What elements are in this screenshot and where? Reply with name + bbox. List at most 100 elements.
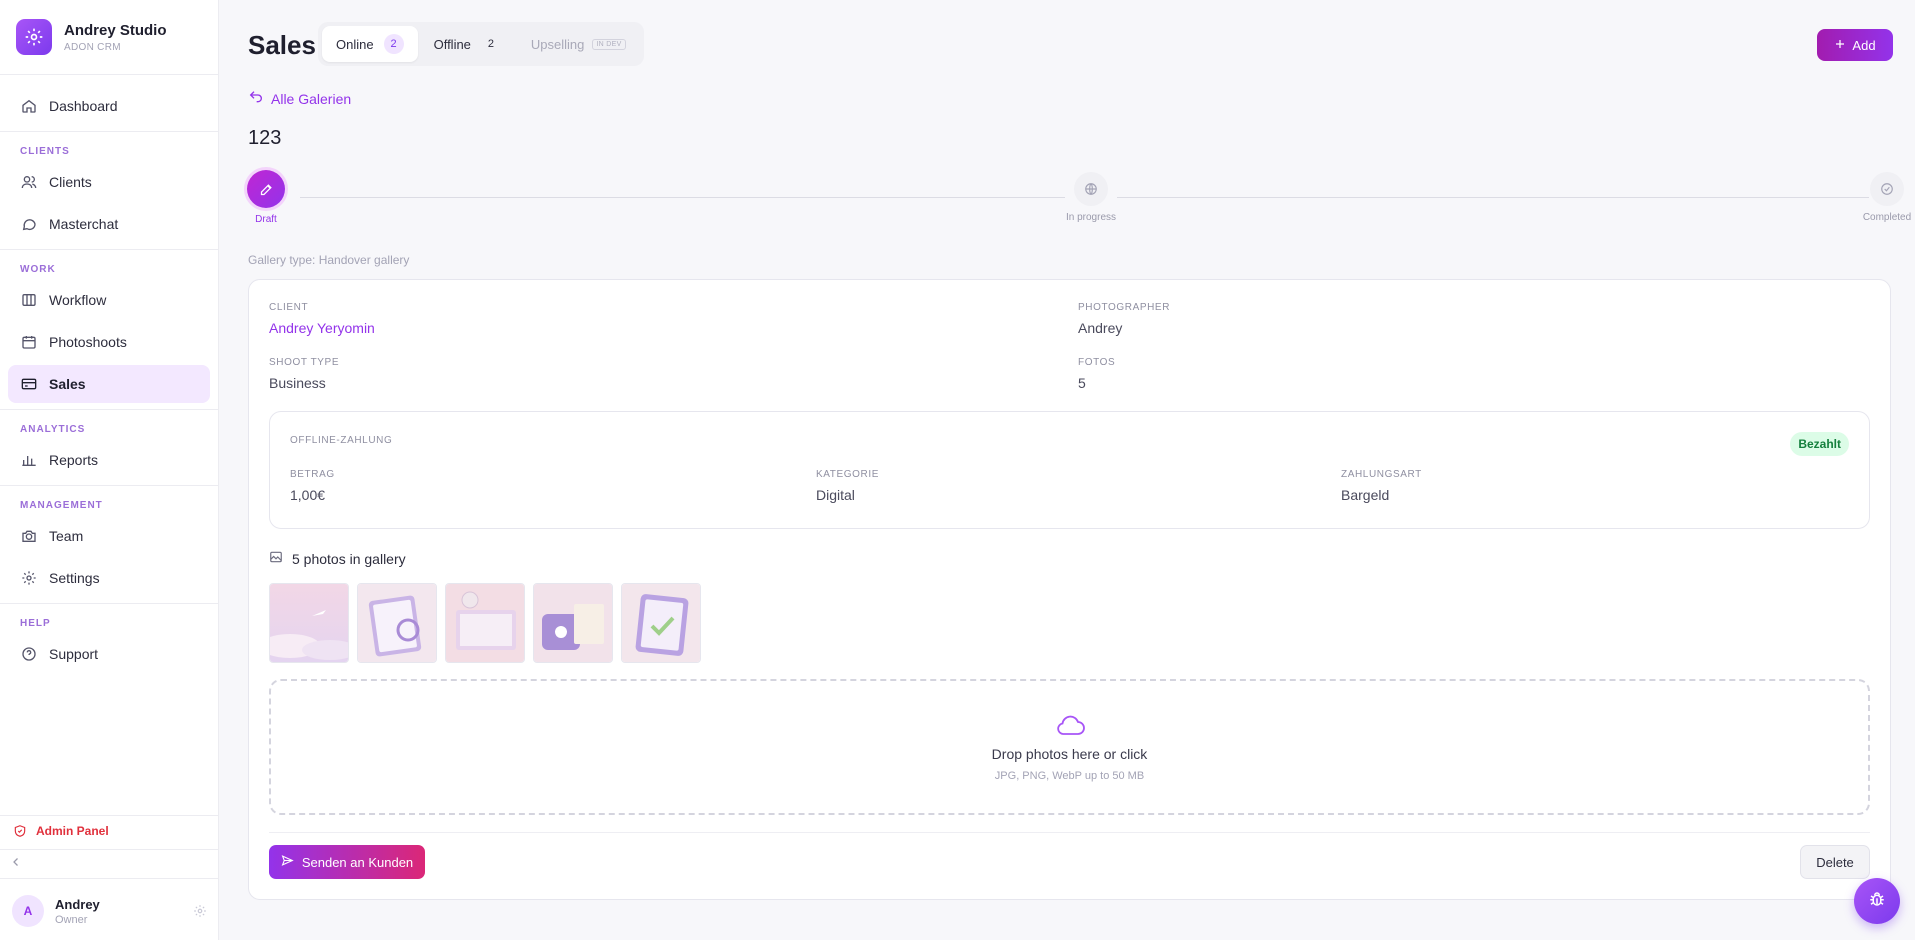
tab-online[interactable]: Online 2 bbox=[322, 26, 418, 62]
section-management: MANAGEMENT bbox=[20, 500, 103, 511]
shoot-type-field: SHOOT TYPE Business bbox=[269, 357, 339, 391]
sidebar-item-reports[interactable]: Reports bbox=[8, 441, 210, 479]
field-value: Business bbox=[269, 375, 326, 391]
sidebar-item-clients[interactable]: Clients bbox=[8, 163, 210, 201]
send-label: Senden an Kunden bbox=[301, 854, 414, 870]
user-profile[interactable]: A Andrey Owner bbox=[0, 882, 219, 940]
field-label: PHOTOGRAPHER bbox=[1078, 302, 1171, 313]
sidebar-item-label: Reports bbox=[49, 452, 99, 468]
gallery-title: 123 bbox=[248, 127, 282, 149]
user-role: Owner bbox=[55, 913, 88, 926]
field-value: Bargeld bbox=[1341, 487, 1390, 503]
section-help: HELP bbox=[20, 618, 51, 629]
offline-payment-panel: OFFLINE-ZAHLUNG Bezahlt BETRAG 1,00€ KAT… bbox=[269, 411, 1870, 529]
sidebar-item-photoshoots[interactable]: Photoshoots bbox=[8, 323, 210, 361]
tab-offline[interactable]: Offline 2 bbox=[420, 26, 515, 62]
step-connector bbox=[300, 197, 1065, 198]
bar-chart-icon bbox=[20, 451, 38, 469]
sidebar-item-label: Team bbox=[49, 528, 84, 544]
tab-label: Offline bbox=[433, 36, 471, 52]
sidebar-item-label: Workflow bbox=[49, 292, 107, 308]
photo-thumbnail[interactable] bbox=[445, 583, 525, 663]
bug-report-button[interactable] bbox=[1854, 878, 1900, 924]
shield-icon bbox=[13, 824, 27, 838]
back-link-label: Alle Galerien bbox=[271, 90, 352, 107]
sidebar-item-team[interactable]: Team bbox=[8, 517, 210, 555]
sidebar-item-sales[interactable]: Sales bbox=[8, 365, 210, 403]
sidebar: Andrey Studio ADON CRM Dashboard CLIENTS… bbox=[0, 0, 219, 940]
section-analytics: ANALYTICS bbox=[20, 424, 86, 435]
field-label: ZAHLUNGSART bbox=[1341, 469, 1422, 480]
edit-icon bbox=[247, 170, 285, 208]
image-icon bbox=[269, 550, 283, 567]
field-label: SHOOT TYPE bbox=[269, 357, 340, 368]
sidebar-item-dashboard[interactable]: Dashboard bbox=[8, 87, 210, 125]
brand-name: Andrey Studio bbox=[64, 21, 167, 39]
help-circle-icon bbox=[20, 645, 38, 663]
category-field: KATEGORIE Digital bbox=[816, 469, 879, 503]
section-clients: CLIENTS bbox=[20, 146, 70, 157]
field-label: FOTOS bbox=[1078, 357, 1116, 368]
status-stepper: Draft In progress Completed bbox=[247, 170, 1911, 232]
delete-button[interactable]: Delete bbox=[1800, 845, 1870, 879]
admin-panel-link[interactable]: Admin Panel bbox=[0, 815, 219, 845]
tab-count: 2 bbox=[487, 38, 494, 50]
dropzone-hint: JPG, PNG, WebP up to 50 MB bbox=[994, 770, 1145, 782]
brand: Andrey Studio ADON CRM bbox=[0, 0, 218, 75]
admin-panel-label: Admin Panel bbox=[36, 823, 109, 838]
divider bbox=[0, 249, 218, 250]
photo-thumbnail[interactable] bbox=[621, 583, 701, 663]
photo-thumbnail[interactable] bbox=[357, 583, 437, 663]
sidebar-nav: Dashboard CLIENTS Clients Masterchat WOR… bbox=[0, 75, 218, 673]
chat-icon bbox=[20, 215, 38, 233]
divider bbox=[0, 131, 218, 132]
sidebar-item-label: Sales bbox=[49, 376, 86, 392]
check-circle-icon bbox=[1870, 172, 1904, 206]
gallery-details-card: CLIENT Andrey Yeryomin PHOTOGRAPHER Andr… bbox=[248, 279, 1891, 900]
field-label: BETRAG bbox=[290, 469, 335, 480]
step-in-progress[interactable]: In progress bbox=[1051, 172, 1131, 223]
photographer-field: PHOTOGRAPHER Andrey bbox=[1078, 302, 1170, 336]
client-link[interactable]: Andrey Yeryomin bbox=[269, 320, 375, 336]
step-draft[interactable]: Draft bbox=[226, 170, 306, 225]
section-work: WORK bbox=[20, 264, 56, 275]
step-connector bbox=[1117, 197, 1869, 198]
divider bbox=[0, 409, 218, 410]
tab-label: Online bbox=[336, 36, 374, 52]
send-to-client-button[interactable]: Senden an Kunden bbox=[269, 845, 425, 879]
add-button[interactable]: Add bbox=[1817, 29, 1893, 61]
back-to-galleries-link[interactable]: Alle Galerien bbox=[248, 89, 351, 108]
photo-thumbnail[interactable] bbox=[533, 583, 613, 663]
field-label: KATEGORIE bbox=[816, 469, 880, 480]
collapse-sidebar-button[interactable] bbox=[0, 849, 219, 879]
photo-thumbnail[interactable] bbox=[269, 583, 349, 663]
sidebar-item-workflow[interactable]: Workflow bbox=[8, 281, 210, 319]
field-value: Digital bbox=[816, 487, 855, 503]
step-completed[interactable]: Completed bbox=[1847, 172, 1915, 223]
fotos-field: FOTOS 5 bbox=[1078, 357, 1115, 391]
sidebar-item-label: Settings bbox=[49, 570, 100, 586]
field-value: 5 bbox=[1078, 375, 1086, 391]
in-dev-badge: IN DEV bbox=[592, 38, 626, 50]
brand-subtitle: ADON CRM bbox=[64, 41, 121, 53]
sidebar-item-label: Dashboard bbox=[49, 98, 118, 114]
tab-label: Upselling bbox=[530, 36, 585, 52]
photo-dropzone[interactable]: Drop photos here or click JPG, PNG, WebP… bbox=[269, 679, 1870, 815]
undo-arrow-icon bbox=[248, 89, 264, 108]
step-label: Completed bbox=[1862, 212, 1912, 223]
sidebar-item-support[interactable]: Support bbox=[8, 635, 210, 673]
credit-card-icon bbox=[20, 375, 38, 393]
chevron-left-icon bbox=[10, 855, 22, 873]
calendar-icon bbox=[20, 333, 38, 351]
camera-icon bbox=[20, 527, 38, 545]
field-value: 1,00€ bbox=[290, 487, 326, 503]
sidebar-item-settings[interactable]: Settings bbox=[8, 559, 210, 597]
sidebar-item-masterchat[interactable]: Masterchat bbox=[8, 205, 210, 243]
users-icon bbox=[20, 173, 38, 191]
user-settings-icon[interactable] bbox=[193, 904, 207, 918]
globe-icon bbox=[1074, 172, 1108, 206]
tab-upselling: Upselling IN DEV bbox=[517, 26, 640, 62]
photo-thumbnails bbox=[269, 583, 701, 663]
bug-icon bbox=[1868, 890, 1886, 913]
home-icon bbox=[20, 97, 38, 115]
